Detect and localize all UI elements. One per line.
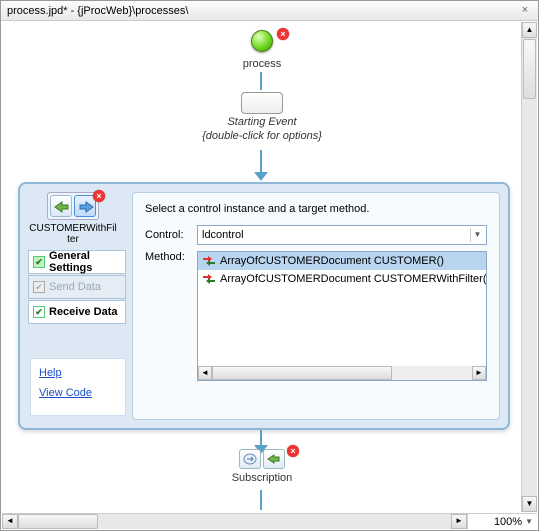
method-icon [202,273,216,285]
starting-event-node[interactable]: Starting Event {double-click for options… [182,92,342,142]
method-item[interactable]: ArrayOfCUSTOMERDocument CUSTOMERWithFilt… [198,270,486,288]
panel-toolbar: × CUSTOMERWithFilter [28,192,118,245]
nav-label: Send Data [49,281,101,293]
method-listbox[interactable]: ArrayOfCUSTOMERDocument CUSTOMER() Array… [197,251,487,381]
scroll-thumb[interactable] [523,39,536,99]
event-box-icon [241,92,283,114]
nav-general-settings[interactable]: ✔ General Settings [28,250,126,274]
scroll-up-button[interactable]: ▲ [522,22,537,38]
scroll-right-button[interactable]: ► [472,366,486,380]
panel-links: Help View Code [30,358,126,416]
method-item[interactable]: ArrayOfCUSTOMERDocument CUSTOMER() [198,252,486,270]
nav-send-data[interactable]: ✔ Send Data [28,275,126,299]
control-value: ldcontrol [202,229,244,241]
panel-prompt: Select a control instance and a target m… [145,203,487,215]
control-dropdown[interactable]: ldcontrol ▼ [197,225,487,245]
nav-label: Receive Data [49,306,118,318]
error-badge-icon: × [277,28,289,40]
panel-content: Select a control instance and a target m… [132,192,500,420]
method-icon [202,255,216,267]
check-icon: ✔ [33,306,45,318]
help-link[interactable]: Help [39,367,117,379]
check-icon: ✔ [33,281,45,293]
config-panel: × × CUSTOMERWithFilter [18,182,510,430]
editor-window: process.jpd* - {jProcWeb}\processes\ × ×… [0,0,539,531]
subscription-node[interactable]: × Subscription [228,449,296,484]
send-tool-icon[interactable] [50,195,72,217]
chevron-down-icon: ▼ [470,228,484,242]
arrowhead-icon [254,172,268,181]
scroll-left-button[interactable]: ◄ [198,366,212,380]
event-hint: {double-click for options} [182,130,342,142]
process-canvas[interactable]: × process Starting Event {double-click f… [2,22,520,512]
error-badge-icon: × [93,190,105,202]
horizontal-scrollbar[interactable]: ◄ ► [2,514,467,529]
listbox-h-scrollbar[interactable]: ◄ ► [198,366,486,380]
method-label: Method: [145,251,197,263]
window-title: process.jpd* - {jProcWeb}\processes\ [7,5,518,17]
flow-line [260,150,262,172]
flow-line [260,490,262,510]
vertical-scrollbar[interactable]: ▲ ▼ [521,22,537,512]
scroll-thumb[interactable] [212,366,392,380]
method-text: ArrayOfCUSTOMERDocument CUSTOMER() [220,255,444,267]
chevron-down-icon: ▼ [525,517,533,526]
scroll-thumb[interactable] [18,514,98,529]
start-node-label: process [232,58,292,70]
panel-side-nav: ✔ General Settings ✔ Send Data ✔ Receive… [28,250,126,325]
flow-line [260,72,262,90]
zoom-control[interactable]: 100% ▼ [467,514,537,529]
control-label: Control: [145,229,197,241]
scroll-right-button[interactable]: ► [451,514,467,529]
toolbar-label: CUSTOMERWithFilter [28,223,118,245]
scroll-left-button[interactable]: ◄ [2,514,18,529]
error-badge-icon: × [287,445,299,457]
scroll-down-button[interactable]: ▼ [522,496,537,512]
start-node[interactable]: × process [232,30,292,70]
subscription-out-icon [263,449,285,469]
zoom-value: 100% [494,516,522,528]
event-label: Starting Event [182,116,342,128]
status-bar: ◄ ► 100% ▼ [2,513,537,529]
check-icon: ✔ [33,256,45,268]
nav-label: General Settings [49,250,121,274]
nav-receive-data[interactable]: ✔ Receive Data [28,300,126,324]
start-icon [251,30,273,52]
subscription-label: Subscription [228,472,296,484]
window-close-button[interactable]: × [518,4,532,18]
title-bar: process.jpd* - {jProcWeb}\processes\ × [1,1,538,21]
view-code-link[interactable]: View Code [39,387,117,399]
flow-line [260,430,262,446]
method-text: ArrayOfCUSTOMERDocument CUSTOMERWithFilt… [220,273,487,285]
subscription-in-icon [239,449,261,469]
